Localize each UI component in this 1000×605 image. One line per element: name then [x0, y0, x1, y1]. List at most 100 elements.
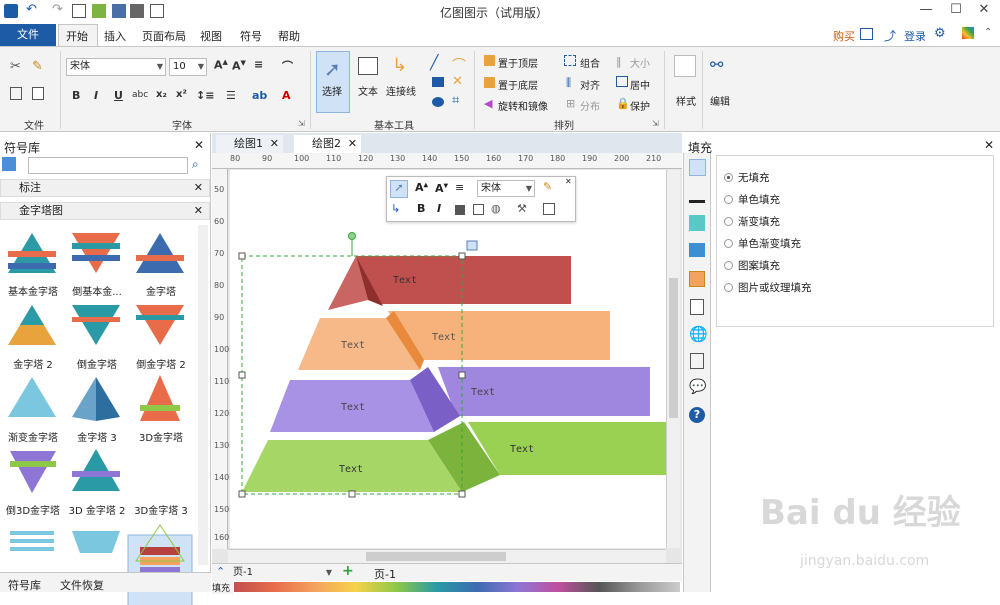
library-scrollbar[interactable]: [198, 225, 208, 565]
close-tab-icon[interactable]: ✕: [270, 135, 279, 153]
open-icon[interactable]: [92, 4, 106, 18]
line-style-icon[interactable]: ⌒: [282, 58, 293, 74]
hyperlink-icon[interactable]: 🌐: [689, 325, 708, 343]
underline-button[interactable]: U: [114, 89, 123, 102]
level-3-front-text[interactable]: Text: [341, 402, 365, 413]
pyramid-level-4-side[interactable]: [468, 422, 666, 475]
redo-icon[interactable]: ↷: [52, 2, 66, 17]
pyramid-level-1-side[interactable]: [356, 256, 571, 304]
color-palette[interactable]: 填充: [212, 581, 682, 594]
tab-home[interactable]: 开始: [66, 28, 88, 44]
library-search-input[interactable]: [28, 157, 188, 174]
level-3-side-text[interactable]: Text: [471, 387, 495, 398]
vertical-scrollbar[interactable]: [666, 170, 680, 548]
copy-icon[interactable]: [10, 87, 22, 100]
size-button[interactable]: 大小: [630, 55, 650, 70]
send-bottom-button[interactable]: 置于底层: [498, 77, 538, 92]
thumb-pyramid[interactable]: [136, 233, 184, 273]
float-connector-icon[interactable]: ↳: [391, 202, 400, 215]
text-highlight-icon[interactable]: ab: [252, 89, 267, 102]
share-link-icon[interactable]: ⤴: [884, 27, 896, 44]
float-fill-icon[interactable]: [455, 205, 465, 215]
rotate-mirror-button[interactable]: 旋转和镜像: [498, 98, 548, 113]
thumb-basic-pyramid[interactable]: [8, 233, 56, 273]
level-2-front-text[interactable]: Text: [341, 340, 365, 351]
float-select-icon[interactable]: ➚: [390, 180, 408, 198]
share-icon[interactable]: [860, 28, 873, 40]
shadow-tool-icon[interactable]: [689, 215, 705, 231]
float-bold-icon[interactable]: B: [417, 202, 425, 215]
resize-handle[interactable]: [238, 490, 246, 498]
float-shrink-font-icon[interactable]: A▼: [435, 182, 448, 195]
tab-symbol-library[interactable]: 符号库: [8, 577, 41, 593]
strikethrough-button[interactable]: abc: [132, 90, 148, 100]
page-tab[interactable]: 页-1: [374, 566, 396, 582]
resize-handle[interactable]: [458, 371, 466, 379]
cross-shape-icon[interactable]: ✕: [452, 74, 463, 89]
close-window-button[interactable]: ✕: [974, 2, 994, 20]
text-tool-icon[interactable]: [358, 57, 378, 75]
cut-icon[interactable]: ✂: [10, 59, 21, 74]
resize-handle[interactable]: [458, 490, 466, 498]
thumb-3d-pyramid-2[interactable]: [72, 449, 120, 491]
page-select[interactable]: 页-1 ▼: [230, 565, 334, 580]
resize-handle[interactable]: [238, 252, 246, 260]
pyramid-diagram[interactable]: Text Text Text Text Text Text Text: [238, 230, 668, 502]
bullets-icon[interactable]: ☰: [226, 89, 236, 102]
close-tab-icon[interactable]: ✕: [348, 135, 357, 153]
undo-icon[interactable]: ↶: [26, 2, 40, 17]
connector-tool-label[interactable]: 连接线: [386, 83, 416, 98]
float-italic-icon[interactable]: I: [437, 202, 441, 215]
thumb-list-1[interactable]: [10, 531, 54, 551]
close-category-icon[interactable]: ✕: [194, 203, 203, 219]
resize-handle[interactable]: [348, 490, 356, 498]
float-line-color-icon[interactable]: ◍: [491, 202, 501, 215]
category-callout[interactable]: 标注 ✕: [0, 179, 210, 197]
crop-icon[interactable]: ⌗: [452, 93, 459, 108]
resize-handle[interactable]: [238, 371, 246, 379]
thumb-list-2[interactable]: [72, 531, 120, 553]
thumb-pyramid-2[interactable]: [8, 305, 56, 345]
superscript-button[interactable]: x²: [176, 89, 187, 100]
bring-top-button[interactable]: 置于顶层: [498, 55, 538, 70]
thumb-pyramid-3[interactable]: [72, 377, 120, 421]
italic-button[interactable]: I: [94, 89, 98, 102]
plugin-icon[interactable]: [962, 27, 974, 39]
ellipse-shape-icon[interactable]: [432, 97, 444, 107]
line-tool-icon[interactable]: [689, 187, 705, 203]
close-library-icon[interactable]: ✕: [194, 138, 204, 152]
fill-tool-icon[interactable]: [689, 159, 706, 176]
level-4-front-text[interactable]: Text: [339, 464, 363, 475]
float-font-select[interactable]: 宋体 ▼: [477, 180, 535, 197]
connector-tool-icon[interactable]: ↳: [392, 55, 407, 76]
login-link[interactable]: 登录: [904, 28, 926, 44]
close-category-icon[interactable]: ✕: [194, 180, 203, 196]
float-tools-icon[interactable]: ⚒: [517, 202, 527, 215]
fill-option-pattern[interactable]: 图案填充: [724, 258, 780, 273]
rect-shape-icon[interactable]: [432, 77, 444, 87]
font-size-select[interactable]: 10 ▼: [169, 58, 207, 76]
category-pyramid[interactable]: 金字塔图 ✕: [0, 202, 210, 220]
grow-font-button[interactable]: A▲: [214, 58, 228, 72]
tab-help[interactable]: 帮助: [278, 28, 300, 44]
align-icon[interactable]: ≡: [254, 58, 263, 71]
shrink-font-button[interactable]: A▼: [232, 59, 246, 73]
palette-swatches[interactable]: [234, 582, 680, 592]
vertical-scroll-thumb[interactable]: [669, 278, 678, 418]
float-grow-font-icon[interactable]: A▲: [415, 181, 428, 194]
library-menu-icon[interactable]: [2, 157, 16, 171]
image-tool-icon[interactable]: [689, 243, 705, 257]
help-icon[interactable]: ?: [689, 407, 705, 423]
tab-symbols[interactable]: 符号: [240, 28, 262, 44]
thumb-inverted-3d-pyramid[interactable]: [10, 451, 56, 493]
maximize-button[interactable]: ☐: [946, 2, 966, 20]
level-2-side-text[interactable]: Text: [432, 332, 456, 343]
center-button[interactable]: 居中: [630, 77, 650, 92]
rotate-handle[interactable]: [348, 232, 356, 240]
fill-option-gradient[interactable]: 渐变填充: [724, 214, 780, 229]
level-1-side-text[interactable]: Text: [393, 275, 417, 286]
tab-page-layout[interactable]: 页面布局: [142, 28, 186, 44]
tab-file-recovery[interactable]: 文件恢复: [60, 577, 104, 593]
resize-handle[interactable]: [458, 252, 466, 260]
doc-tab-drawing2[interactable]: 绘图2 ✕: [294, 135, 361, 153]
